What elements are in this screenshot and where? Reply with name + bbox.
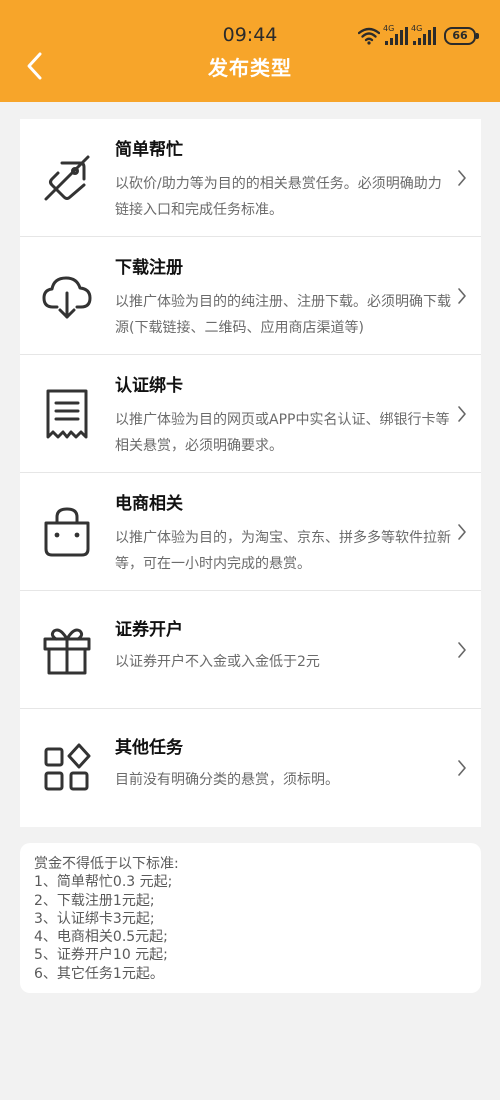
receipt-icon [46, 389, 88, 439]
cellular-signal-icon: 4G [383, 24, 408, 45]
reward-standard-notice: 赏金不得低于以下标准: 1、简单帮忙0.3 元起; 2、下载注册1元起; 3、认… [20, 843, 481, 993]
notice-line: 4、电商相关0.5元起; [34, 929, 168, 946]
notice-heading: 赏金不得低于以下标准: [34, 856, 179, 872]
item-description: 目前没有明确分类的悬赏，须标明。 [115, 772, 339, 788]
task-type-verify-card[interactable]: 认证绑卡 以推广体验为目的网页或APP中实名认证、绑银行卡等相关悬赏，必须明确要… [20, 355, 481, 473]
item-title: 电商相关 [115, 494, 183, 514]
chevron-right-icon [458, 641, 466, 658]
wifi-icon [358, 27, 380, 45]
status-bar: 09:44 4G 4G 66 [0, 22, 500, 50]
page-title: 发布类型 [208, 56, 292, 80]
notice-line: 2、下载注册1元起; [34, 892, 155, 909]
item-description: 以推广体验为目的网页或APP中实名认证、绑银行卡等相关悬赏，必须明确要求。 [115, 412, 450, 454]
item-description: 以推广体验为目的，为淘宝、京东、拼多多等软件拉新等，可在一小时内完成的悬赏。 [115, 530, 451, 572]
task-type-ecommerce[interactable]: 电商相关 以推广体验为目的，为淘宝、京东、拼多多等软件拉新等，可在一小时内完成的… [20, 473, 481, 591]
battery-icon: 66 [444, 27, 479, 45]
task-type-securities-account[interactable]: 证券开户 以证券开户不入金或入金低于2元 [20, 591, 481, 709]
item-description: 以推广体验为目的的纯注册、注册下载。必须明确下载源(下载链接、二维码、应用商店渠… [115, 294, 451, 336]
app-header: 09:44 4G 4G 66 发布类型 [0, 0, 500, 102]
item-title: 其他任务 [115, 738, 183, 758]
task-type-simple-help[interactable]: 简单帮忙 以砍价/助力等为目的的相关悬赏任务。必须明确助力链接入口和完成任务标准… [20, 119, 481, 237]
item-description: 以证券开户不入金或入金低于2元 [115, 654, 320, 670]
cloud-download-icon [42, 276, 92, 319]
item-title: 简单帮忙 [115, 140, 183, 160]
notice-line: 3、认证绑卡3元起; [34, 910, 155, 927]
task-type-list: 简单帮忙 以砍价/助力等为目的的相关悬赏任务。必须明确助力链接入口和完成任务标准… [20, 119, 481, 827]
cellular-signal-icon-2: 4G [411, 24, 436, 45]
shopping-bag-icon [44, 507, 90, 557]
chevron-right-icon [458, 169, 466, 186]
chevron-right-icon [458, 287, 466, 304]
task-type-download-register[interactable]: 下载注册 以推广体验为目的的纯注册、注册下载。必须明确下载源(下载链接、二维码、… [20, 237, 481, 355]
status-icons: 4G 4G 66 [358, 24, 479, 47]
apps-icon [44, 743, 91, 791]
chevron-right-icon [458, 405, 466, 422]
item-description: 以砍价/助力等为目的的相关悬赏任务。必须明确助力链接入口和完成任务标准。 [115, 176, 442, 218]
notice-line: 1、简单帮忙0.3 元起; [34, 874, 173, 891]
task-type-other[interactable]: 其他任务 目前没有明确分类的悬赏，须标明。 [20, 709, 481, 827]
item-title: 认证绑卡 [115, 376, 183, 396]
chevron-right-icon [458, 760, 466, 776]
item-title: 下载注册 [115, 258, 183, 278]
notice-line: 5、证券开户10 元起; [34, 947, 168, 964]
notice-line: 6、其它任务1元起。 [34, 965, 164, 982]
broken-tag-icon [44, 155, 90, 201]
item-title: 证券开户 [115, 620, 183, 640]
chevron-right-icon [458, 523, 466, 540]
gift-icon [43, 628, 91, 675]
